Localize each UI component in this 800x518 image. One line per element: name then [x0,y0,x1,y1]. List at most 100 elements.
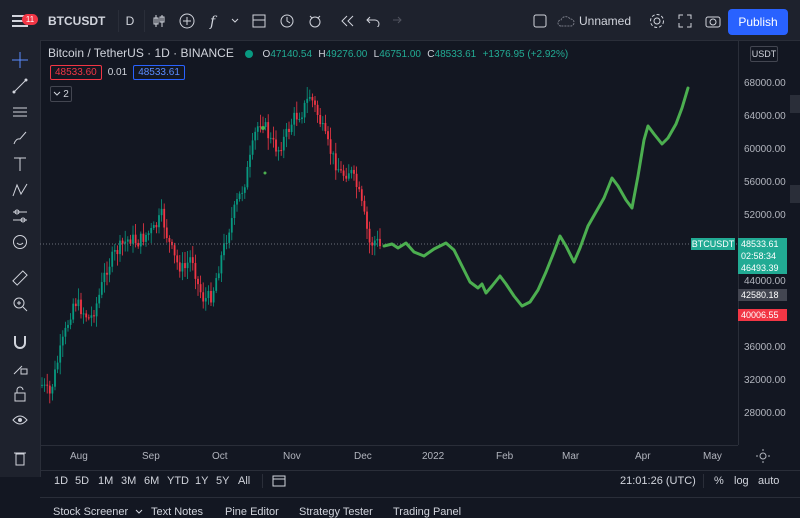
layout-button[interactable] [530,8,550,34]
candle-body [314,100,316,105]
snapshot-button[interactable] [702,8,724,34]
indicators-button[interactable] [176,8,198,34]
candle-body [199,284,202,293]
tab-text-notes[interactable]: Text Notes [151,506,203,518]
zoom-tool[interactable] [6,292,34,316]
time-axis-settings-button[interactable] [756,449,770,466]
eye-icon [12,415,28,425]
candle-body [207,290,210,299]
fullscreen-button[interactable] [674,8,696,34]
remove-drawings-tool[interactable] [6,446,34,470]
lock-tool[interactable] [6,382,34,406]
candle-body [126,239,129,242]
utc-clock[interactable]: 21:01:26 (UTC) [620,475,696,487]
buy-button[interactable]: 48533.61 [133,65,185,80]
publish-button[interactable]: Publish [728,9,788,35]
candle-body [264,122,267,127]
undo-button[interactable] [362,8,384,34]
candle-body [163,208,166,228]
text-tool[interactable] [6,152,34,176]
alert-add-button[interactable] [304,8,326,34]
candle-body [69,319,72,325]
range-1m[interactable]: 1M [98,475,113,487]
range-ytd[interactable]: YTD [167,475,189,487]
lock-icon [14,386,26,402]
trend-line-tool[interactable] [6,74,34,98]
visibility-tool[interactable] [6,408,34,432]
log-scale-toggle[interactable]: log [734,475,749,487]
candle-body [332,153,335,155]
functions-dropdown[interactable] [228,8,242,34]
range-3m[interactable]: 3M [121,475,136,487]
candle-body [82,313,85,315]
replay-button[interactable] [336,8,358,34]
time-tick: Mar [562,451,580,462]
redo-button[interactable] [384,8,406,34]
candle-body [233,204,236,219]
candle-body [256,126,259,132]
candle-body [277,150,280,152]
tab-pine-editor[interactable]: Pine Editor [225,506,279,518]
brush-tool[interactable] [6,126,34,150]
range-all[interactable]: All [238,475,250,487]
drawing-toolbar [0,40,41,477]
candle-body [90,315,93,318]
change-value: +1376.95 (+2.92%) [482,49,569,60]
forecast-drawing[interactable] [382,86,690,308]
calendar-arrow-icon [272,475,286,487]
candle-body [85,313,88,318]
range-5d[interactable]: 5D [75,475,89,487]
interval-button[interactable]: D [120,8,140,34]
high-label: H [318,49,326,60]
lock-drawings-tool[interactable] [6,356,34,380]
candle-body [111,251,114,267]
range-1y[interactable]: 1Y [195,475,208,487]
percent-scale-toggle[interactable]: % [714,475,724,487]
range-1d[interactable]: 1D [54,475,68,487]
currency-button[interactable]: USDT [750,46,778,62]
symbol-search-button[interactable]: BTCUSDT [44,8,120,34]
magnet-tool[interactable] [6,330,34,354]
candle-body [77,299,80,307]
range-6m[interactable]: 6M [144,475,159,487]
side-panel-tab[interactable] [790,95,800,113]
candle-body [267,122,270,139]
tab-stock-screener[interactable]: Stock Screener [53,506,143,518]
market-open-icon [245,49,254,58]
candle-body [350,169,353,174]
auto-scale-toggle[interactable]: auto [758,475,779,487]
pattern-tool[interactable] [6,178,34,202]
candle-body [202,292,205,302]
measure-tool[interactable] [6,266,34,290]
emoji-tool[interactable] [6,230,34,254]
alert-button[interactable] [276,8,298,34]
sell-button[interactable]: 48533.60 [50,65,102,80]
horizontal-lines-tool[interactable] [6,100,34,124]
top-toolbar: 11 BTCUSDT D f Unnamed Publish [0,0,800,41]
crosshair-tool[interactable] [6,48,34,72]
side-panel-tab[interactable] [790,185,800,203]
candle-body [176,255,179,263]
candle-body [150,227,153,234]
candle-body [124,241,127,244]
price-chart[interactable] [40,40,738,445]
collapse-indicators-button[interactable]: 2 [50,86,72,102]
settings-button[interactable] [646,8,668,34]
bar-style-button[interactable] [148,8,170,34]
range-5y[interactable]: 5Y [216,475,229,487]
templates-button[interactable] [248,8,270,34]
tab-strategy-tester[interactable]: Strategy Tester [299,506,373,518]
candle-body [366,211,368,229]
time-tick: Nov [283,451,301,462]
candle-body [186,262,189,269]
candle-body [376,238,379,241]
layout-name: Unnamed [578,14,632,28]
tab-trading-panel[interactable]: Trading Panel [393,506,461,518]
goto-date-button[interactable] [272,475,286,490]
layout-name-button[interactable]: Unnamed [556,8,632,34]
candle-body [54,369,56,387]
candle-body [306,98,309,103]
candle-body [129,239,132,244]
functions-button[interactable]: f [204,8,226,34]
forecast-tool[interactable] [6,204,34,228]
